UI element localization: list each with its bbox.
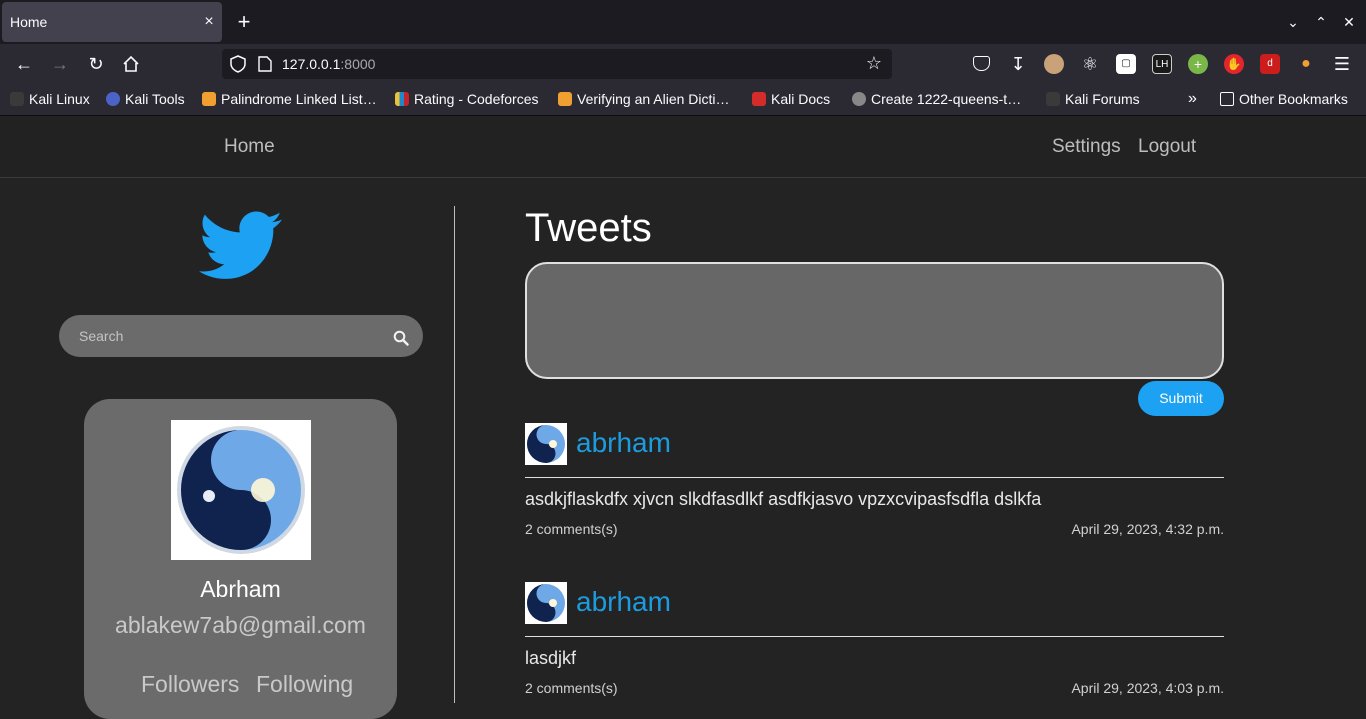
bookmark-label: Other Bookmarks <box>1239 91 1348 107</box>
bookmark-codeforces[interactable]: Rating - Codeforces <box>395 91 539 111</box>
browser-tab-home[interactable]: Home × <box>2 2 222 42</box>
bookmark-label: Kali Docs <box>771 91 831 107</box>
react-devtools-icon[interactable]: ⚛ <box>1080 54 1100 74</box>
ublock-icon[interactable]: ✋ <box>1224 54 1244 74</box>
lighthouse-icon[interactable]: LH <box>1152 54 1172 74</box>
downloads-icon[interactable]: ↧ <box>1006 52 1030 76</box>
url-text[interactable]: 127.0.0.1:8000 <box>282 56 375 72</box>
page: Home Settings Logout Abrham ablakew7ab@g… <box>0 116 1366 719</box>
bookmark-palindrome[interactable]: Palindrome Linked List… <box>202 91 377 111</box>
more-bookmarks-icon[interactable]: » <box>1188 90 1197 108</box>
kali-tools-icon <box>106 92 120 106</box>
search-box <box>59 315 423 357</box>
column-divider <box>454 206 455 703</box>
menu-icon[interactable]: ☰ <box>1330 52 1354 76</box>
bookmark-github[interactable]: Create 1222-queens-t… <box>852 91 1021 111</box>
tweet-comments-link[interactable]: 2 comments(s) <box>525 680 618 696</box>
submit-button[interactable]: Submit <box>1138 381 1224 416</box>
tweet-comments-link[interactable]: 2 comments(s) <box>525 521 618 537</box>
new-tab-icon[interactable]: + <box>232 10 256 34</box>
leetcode-icon <box>558 92 572 106</box>
github-icon <box>852 92 866 106</box>
add-extension-icon[interactable]: + <box>1188 54 1208 74</box>
profile-email: ablakew7ab@gmail.com <box>115 612 366 638</box>
bookmark-label: Palindrome Linked List… <box>221 91 377 107</box>
url-bar[interactable]: 127.0.0.1:8000 ☆ <box>222 49 892 79</box>
bookmark-label: Kali Tools <box>125 91 185 107</box>
bookmark-kali-forums[interactable]: Kali Forums <box>1046 91 1140 111</box>
forward-icon[interactable]: → <box>48 52 72 76</box>
list-tabs-icon[interactable]: ⌄ <box>1283 12 1303 32</box>
bookmark-star-icon[interactable]: ☆ <box>864 53 884 75</box>
tweet-date: April 29, 2023, 4:03 p.m. <box>1071 680 1224 696</box>
reload-icon[interactable]: ↻ <box>84 52 108 76</box>
search-input[interactable] <box>79 315 379 357</box>
kali-docs-icon <box>752 92 766 106</box>
tweet-divider <box>525 477 1224 478</box>
codeforces-icon <box>395 92 409 106</box>
extension-owl-icon[interactable] <box>1044 54 1064 74</box>
browser-tab-bar: Home × + ⌄ ⌃ ✕ <box>0 0 1366 44</box>
bookmark-label: Kali Forums <box>1065 91 1140 107</box>
pocket-icon[interactable] <box>973 56 990 71</box>
bookmark-label: Kali Linux <box>29 91 90 107</box>
tweet-avatar[interactable] <box>525 423 567 465</box>
tweet-item: abrham lasdjkf 2 comments(s) April 29, 2… <box>525 582 1224 702</box>
back-icon[interactable]: ← <box>12 52 36 76</box>
bookmarks-toolbar: Kali Linux Kali Tools Palindrome Linked … <box>0 84 1366 116</box>
folder-icon <box>1220 92 1234 106</box>
extension-red-icon[interactable]: d <box>1260 54 1280 74</box>
tweet-author-link[interactable]: abrham <box>576 427 671 459</box>
tweet-avatar[interactable] <box>525 582 567 624</box>
profile-name: Abrham <box>200 576 281 602</box>
tweet-text: lasdjkf <box>525 648 577 668</box>
search-icon[interactable] <box>393 330 409 346</box>
twitter-bird-icon[interactable] <box>199 211 283 283</box>
browser-toolbar: ← → ↻ 127.0.0.1:8000 ☆ ↧ ⚛ ▢ LH + ✋ d ● … <box>0 44 1366 84</box>
bookmark-kali-docs[interactable]: Kali Docs <box>752 91 830 111</box>
tweet-author-link[interactable]: abrham <box>576 586 671 618</box>
shield-icon[interactable] <box>230 55 246 73</box>
url-port: :8000 <box>340 56 376 72</box>
leetcode-icon <box>202 92 216 106</box>
bookmark-label: Rating - Codeforces <box>414 91 539 107</box>
followers-link[interactable]: Followers <box>141 671 239 698</box>
bookmark-kali-tools[interactable]: Kali Tools <box>106 91 185 111</box>
tweet-compose-input[interactable] <box>525 262 1224 379</box>
extension-box-icon[interactable]: ▢ <box>1116 54 1136 74</box>
nav-settings-link[interactable]: Settings <box>1052 136 1121 158</box>
home-icon[interactable] <box>119 52 143 76</box>
page-title: Tweets <box>525 206 652 250</box>
site-navbar: Home Settings Logout <box>0 116 1366 178</box>
url-host: 127.0.0.1 <box>282 56 341 72</box>
bookmark-label: Create 1222-queens-t… <box>871 91 1022 107</box>
kali-icon <box>10 92 24 106</box>
page-icon[interactable] <box>258 56 272 72</box>
tab-close-icon[interactable]: × <box>200 11 218 33</box>
bookmark-label: Verifying an Alien Dicti… <box>577 91 730 107</box>
bookmark-kali-linux[interactable]: Kali Linux <box>10 91 90 111</box>
tweet-text: asdkjflaskdfx xjvcn slkdfasdlkf asdfkjas… <box>525 489 1042 509</box>
nav-home-link[interactable]: Home <box>224 136 275 158</box>
tweet-item: abrham asdkjflaskdfx xjvcn slkdfasdlkf a… <box>525 423 1224 543</box>
bookmark-other[interactable]: Other Bookmarks <box>1220 91 1348 111</box>
extension-fox-icon[interactable]: ● <box>1296 54 1316 74</box>
tab-title: Home <box>10 14 48 30</box>
bookmark-alien-dictionary[interactable]: Verifying an Alien Dicti… <box>558 91 730 111</box>
nav-logout-link[interactable]: Logout <box>1138 136 1196 158</box>
close-window-icon[interactable]: ✕ <box>1339 12 1359 32</box>
avatar[interactable] <box>171 420 311 560</box>
maximize-icon[interactable]: ⌃ <box>1311 12 1331 32</box>
following-link[interactable]: Following <box>256 671 353 698</box>
tweet-date: April 29, 2023, 4:32 p.m. <box>1071 521 1224 537</box>
tweet-divider <box>525 636 1224 637</box>
kali-icon <box>1046 92 1060 106</box>
